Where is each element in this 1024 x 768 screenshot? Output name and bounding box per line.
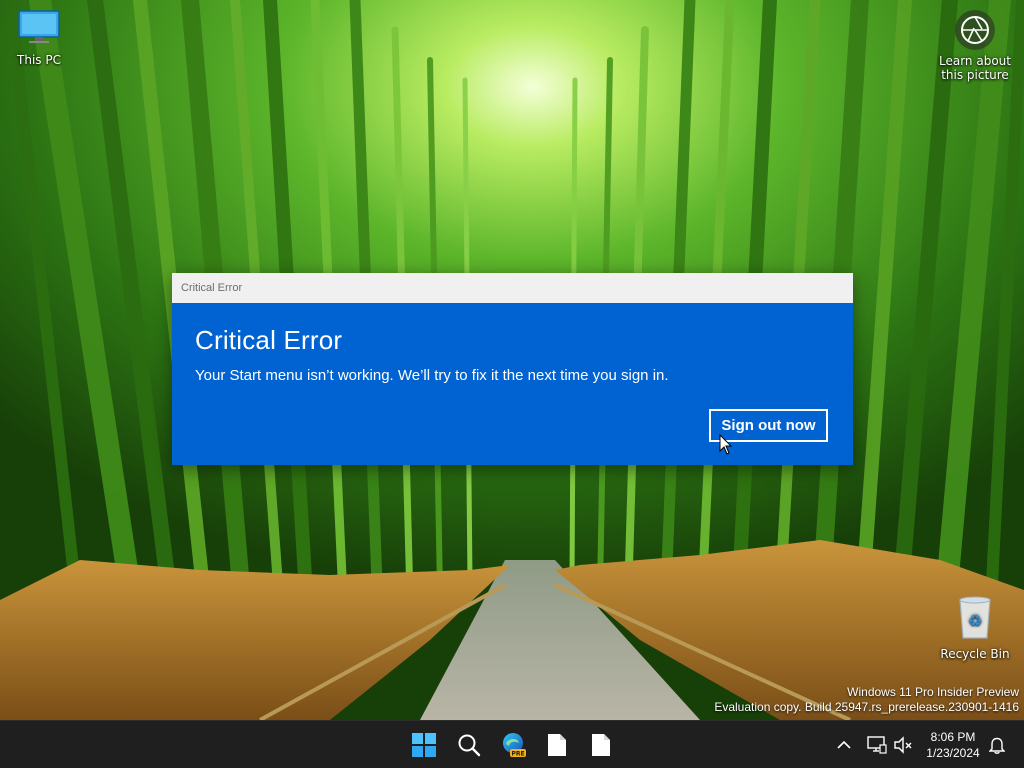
camera-shutter-icon <box>955 10 995 50</box>
edge-beta-button[interactable]: PRE <box>494 725 534 765</box>
show-hidden-icons-button[interactable] <box>834 733 854 757</box>
recycle-bin-icon: ♻ <box>959 596 991 639</box>
volume-muted-icon <box>894 736 912 754</box>
label-line-1: Learn about <box>939 54 1011 68</box>
clock-time: 8:06 PM <box>930 730 976 744</box>
file-icon <box>548 734 566 756</box>
desktop-icon-recycle-bin[interactable]: ♻ Recycle Bin <box>935 596 1015 661</box>
desktop-icon-label: This PC <box>17 53 61 67</box>
label-line-2: this picture <box>941 68 1009 82</box>
taskbar-clock[interactable]: 8:06 PM 1/23/2024 <box>918 729 988 761</box>
taskbar-file-button-2[interactable] <box>581 725 621 765</box>
notification-bell-icon <box>989 737 1005 754</box>
dialog-body: Critical Error Your Start menu isn’t wor… <box>172 303 853 465</box>
desktop-icon-label: Recycle Bin <box>940 647 1010 661</box>
watermark-edition: Windows 11 Pro Insider Preview <box>847 685 1019 699</box>
volume-button[interactable] <box>892 733 914 757</box>
file-icon <box>592 734 610 756</box>
clock-date: 1/23/2024 <box>926 746 980 760</box>
dialog-message: Your Start menu isn’t working. We’ll try… <box>195 367 669 384</box>
chevron-up-icon <box>837 740 851 749</box>
watermark-build: Evaluation copy. Build 25947.rs_prerelea… <box>714 700 1019 714</box>
dialog-window-title: Critical Error <box>181 282 243 294</box>
mouse-pointer-icon <box>719 434 733 455</box>
svg-text:♻: ♻ <box>968 611 982 630</box>
dialog-heading: Critical Error <box>195 325 343 355</box>
taskbar: PRE 8:06 PM 1/23/2024 <box>0 720 1024 768</box>
notifications-button[interactable] <box>986 733 1008 757</box>
dialog-title-bar[interactable]: Critical Error <box>172 273 853 303</box>
desktop-icon-learn-about-picture[interactable]: Learn about this picture <box>932 10 1018 82</box>
network-status-button[interactable] <box>866 733 888 757</box>
monitor-icon <box>18 10 60 43</box>
edge-pre-badge: PRE <box>511 751 524 758</box>
windows-start-icon <box>412 733 436 757</box>
build-watermark: Windows 11 Pro Insider Preview Evaluatio… <box>714 685 1019 715</box>
desktop-icon-this-pc[interactable]: This PC <box>0 8 79 67</box>
taskbar-file-button-1[interactable] <box>537 725 577 765</box>
critical-error-dialog: Critical Error Critical Error Your Start… <box>172 273 853 465</box>
desktop-icon-label: Learn about this picture <box>932 54 1018 82</box>
search-button[interactable] <box>449 725 489 765</box>
search-icon <box>458 734 481 757</box>
network-icon <box>867 736 887 754</box>
start-button[interactable] <box>404 725 444 765</box>
edge-beta-icon: PRE <box>503 733 526 758</box>
